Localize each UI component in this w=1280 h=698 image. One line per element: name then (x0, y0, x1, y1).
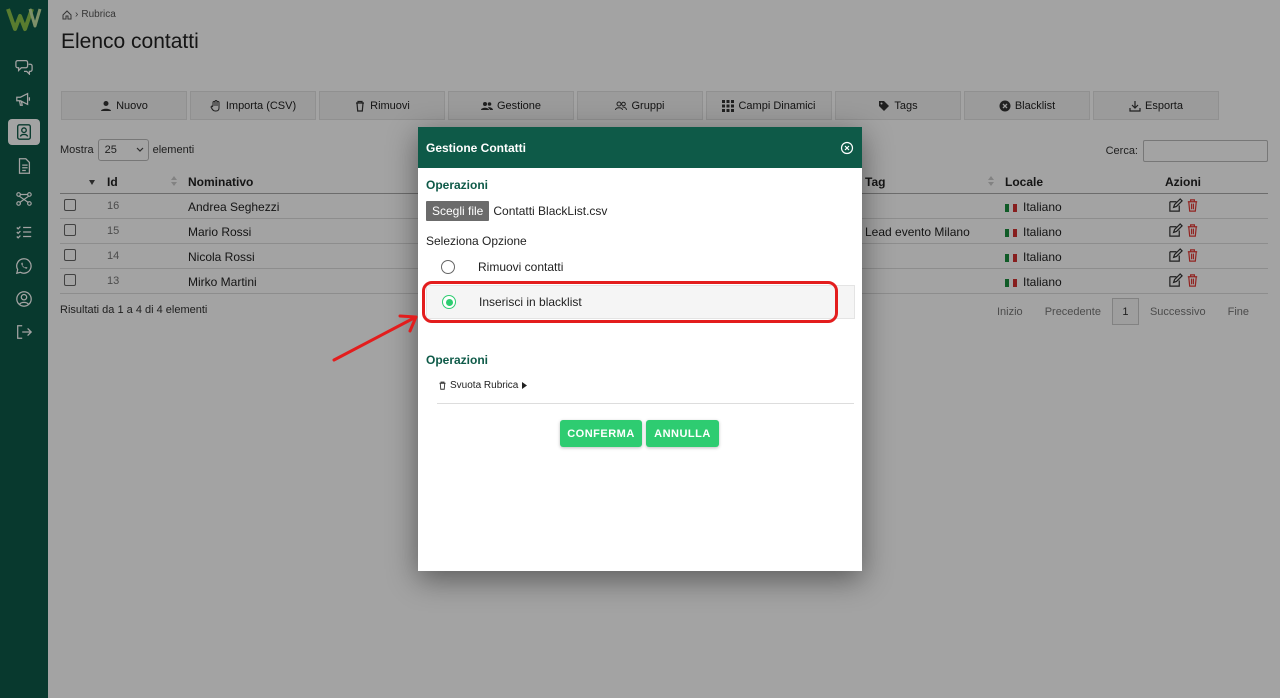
modal-header: Gestione Contatti (418, 127, 862, 168)
clear-addressbook-link[interactable]: Svuota Rubrica (438, 380, 528, 391)
cancel-button[interactable]: ANNULLA (646, 420, 719, 447)
file-upload: Scegli file Contatti BlackList.csv (426, 201, 607, 221)
operations-title: Operazioni (426, 178, 489, 192)
manage-contacts-modal: Gestione Contatti Operazioni Scegli file… (418, 127, 862, 571)
modal-actions: CONFERMA ANNULLA (560, 420, 719, 447)
radio-button[interactable] (441, 260, 455, 274)
annotation-arrow-icon (332, 314, 418, 362)
option-remove-contacts[interactable]: Rimuovi contatti (426, 250, 855, 284)
option-text: Rimuovi contatti (478, 260, 564, 274)
choose-file-button[interactable]: Scegli file (426, 201, 490, 221)
file-name: Contatti BlackList.csv (493, 204, 608, 218)
option-label: Seleziona Opzione (426, 234, 527, 248)
divider (437, 403, 854, 404)
clear-addressbook-label: Svuota Rubrica (450, 380, 519, 391)
operations-title-2: Operazioni (426, 353, 489, 367)
highlight-annotation (422, 281, 838, 323)
caret-right-icon (522, 382, 528, 389)
close-icon[interactable] (840, 141, 854, 155)
trash-icon (439, 381, 446, 390)
modal-title: Gestione Contatti (426, 140, 527, 155)
confirm-button[interactable]: CONFERMA (560, 420, 642, 447)
